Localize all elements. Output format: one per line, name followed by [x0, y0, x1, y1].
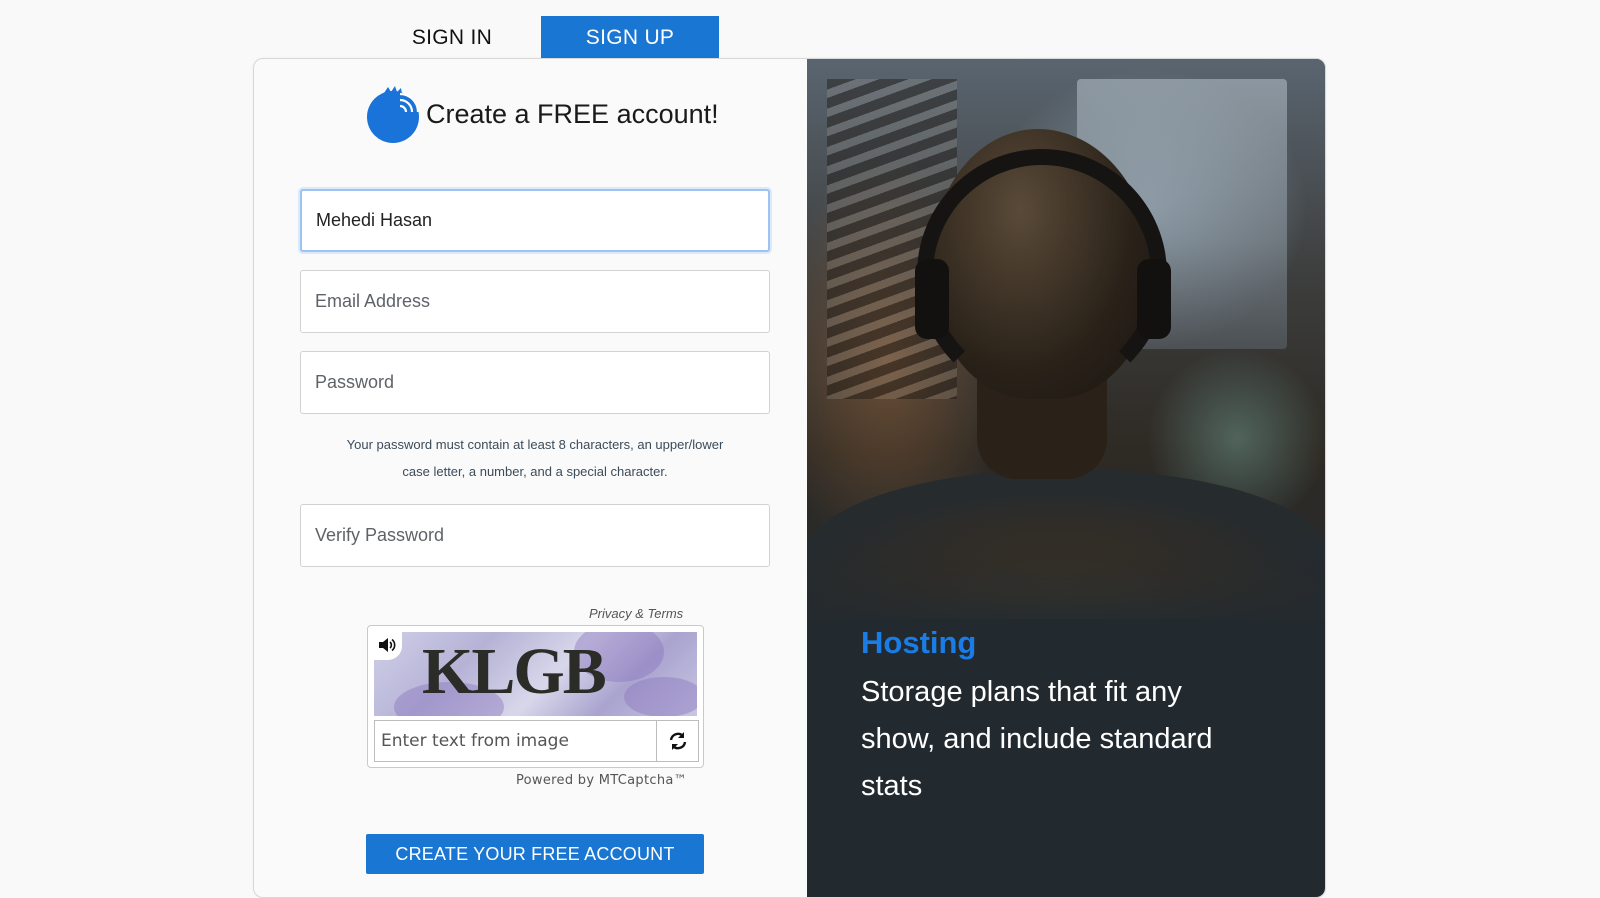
captcha-widget: KLGB [367, 625, 704, 768]
captcha-noise [624, 677, 697, 716]
captcha-powered-by: Powered by MTCaptcha™ [516, 773, 687, 788]
email-field[interactable] [300, 270, 770, 333]
password-field[interactable] [300, 351, 770, 414]
captcha-text: KLGB [422, 635, 607, 708]
form-title: Create a FREE account! [426, 98, 719, 129]
promo-description: Storage plans that fit any show, and inc… [861, 676, 1213, 802]
full-name-field[interactable] [300, 189, 770, 252]
promo-photo [807, 59, 1325, 619]
form-heading: Create a FREE account! [366, 84, 719, 144]
promo-panel: Hosting Storage plans that fit any show,… [807, 59, 1325, 897]
password-hint-line-1: Your password must contain at least 8 ch… [346, 437, 724, 452]
promo-title: Hosting [861, 625, 977, 660]
logo-icon [367, 86, 420, 143]
speaker-icon[interactable] [372, 630, 402, 660]
refresh-icon[interactable] [656, 720, 699, 762]
photo-fade [807, 519, 1325, 619]
verify-password-field[interactable] [300, 504, 770, 567]
signup-card: Create a FREE account! Your password mus… [253, 58, 1326, 898]
privacy-terms-link[interactable]: Privacy & Terms [589, 606, 683, 621]
create-account-button[interactable]: CREATE YOUR FREE ACCOUNT [366, 834, 704, 874]
captcha-input[interactable] [374, 720, 656, 762]
photo-earcup-left [915, 259, 949, 339]
password-hint-line-2: case letter, a number, and a special cha… [402, 464, 668, 479]
captcha-image: KLGB [374, 632, 697, 716]
photo-earcup-right [1137, 259, 1171, 339]
headphones-icon [917, 149, 1167, 399]
auth-tabs: SIGN IN SIGN UP [363, 16, 719, 60]
tab-sign-in[interactable]: SIGN IN [363, 16, 541, 60]
signup-form: Create a FREE account! Your password mus… [254, 59, 807, 897]
password-hint: Your password must contain at least 8 ch… [320, 431, 750, 485]
tab-sign-up[interactable]: SIGN UP [541, 16, 719, 60]
